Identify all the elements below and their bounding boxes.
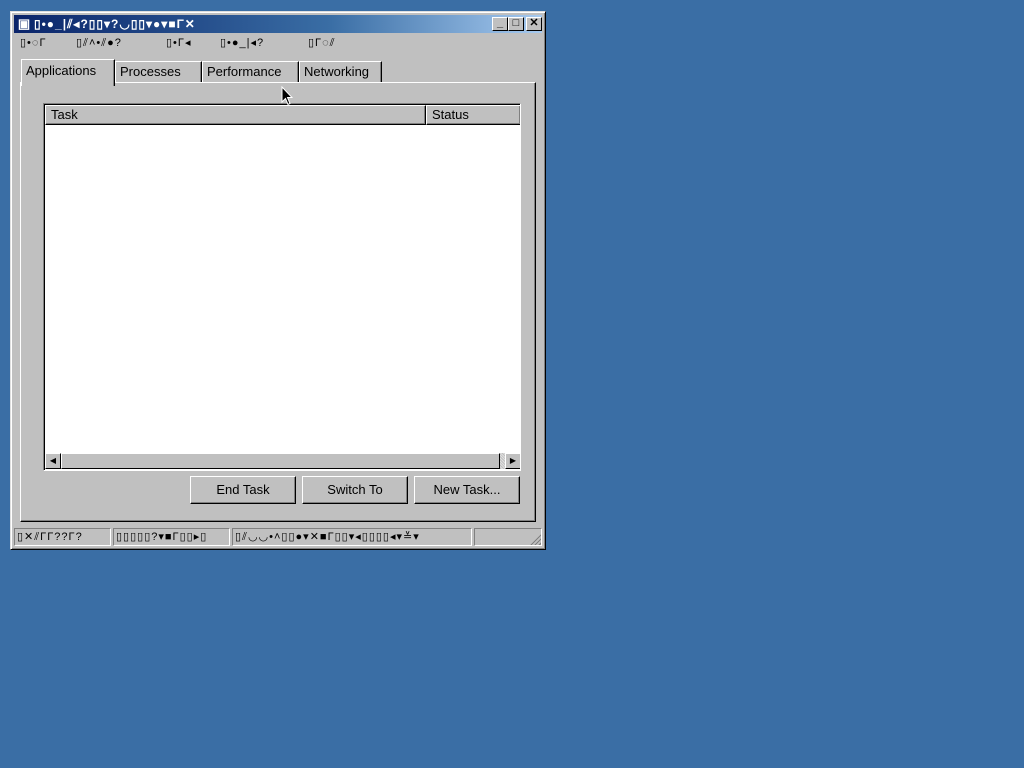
minimize-button[interactable]: _: [492, 17, 508, 31]
tab-performance[interactable]: Performance: [202, 61, 299, 83]
task-list-header: Task Status: [45, 105, 520, 125]
menu-item-1[interactable]: ▯•◌Γ: [20, 34, 47, 52]
task-list[interactable]: Task Status ◀ ▶: [43, 103, 521, 471]
menu-bar: ▯•◌Γ ▯⫽˄•⫽●? ▯•Γ◂ ▯•●_|◂? ▯Γ◌⫽: [14, 34, 542, 52]
menu-item-5[interactable]: ▯Γ◌⫽: [308, 34, 336, 52]
arrow-left-icon: ◀: [49, 456, 57, 465]
column-header-status[interactable]: Status: [426, 105, 520, 125]
switch-to-button[interactable]: Switch To: [302, 476, 408, 504]
title-bar[interactable]: ▣ ▯•●_|⫽◂?▯▯▾?◡▯▯▾●▾■Γ✕ _ □ ✕: [14, 15, 542, 33]
status-bar: ▯✕⫽ΓΓ??Γ? ▯▯▯▯▯?▾■Γ▯▯▸▯ ▯⫽◡◡•˄▯▯●▾✕■Γ▯▯▾…: [14, 528, 542, 546]
horizontal-scrollbar[interactable]: ◀ ▶: [45, 453, 520, 469]
window-title: ▯•●_|⫽◂?▯▯▾?◡▯▯▾●▾■Γ✕: [34, 17, 196, 31]
maximize-icon: □: [512, 17, 520, 29]
task-manager-window: ▣ ▯•●_|⫽◂?▯▯▾?◡▯▯▾●▾■Γ✕ _ □ ✕ ▯•◌Γ ▯⫽˄•⫽…: [10, 11, 546, 550]
maximize-button[interactable]: □: [508, 17, 524, 31]
end-task-button[interactable]: End Task: [190, 476, 296, 504]
status-pane-memory: ▯⫽◡◡•˄▯▯●▾✕■Γ▯▯▾◂▯▯▯▯◂▾≚▾: [232, 528, 472, 546]
tab-networking[interactable]: Networking: [299, 61, 382, 83]
new-task-button[interactable]: New Task...: [414, 476, 520, 504]
mouse-pointer-icon: [281, 86, 293, 106]
status-pane-processes: ▯✕⫽ΓΓ??Γ?: [14, 528, 111, 546]
scroll-right-button[interactable]: ▶: [505, 453, 520, 469]
scroll-left-button[interactable]: ◀: [45, 453, 61, 469]
close-icon: ✕: [529, 17, 539, 29]
close-button[interactable]: ✕: [526, 17, 542, 31]
menu-item-4[interactable]: ▯•●_|◂?: [220, 34, 264, 52]
status-pane-cpu: ▯▯▯▯▯?▾■Γ▯▯▸▯: [113, 528, 230, 546]
menu-item-3[interactable]: ▯•Γ◂: [166, 34, 191, 52]
arrow-right-icon: ▶: [509, 456, 517, 465]
column-header-task[interactable]: Task: [45, 105, 426, 125]
resize-grip-icon[interactable]: [529, 533, 541, 545]
applications-panel: Task Status ◀ ▶ End Task Switch To New T…: [20, 82, 536, 522]
scroll-thumb[interactable]: [61, 453, 500, 469]
desktop: ▣ ▯•●_|⫽◂?▯▯▾?◡▯▯▾●▾■Γ✕ _ □ ✕ ▯•◌Γ ▯⫽˄•⫽…: [0, 0, 1024, 768]
monitor-icon: ▣: [17, 16, 31, 31]
task-list-body[interactable]: [45, 125, 520, 453]
menu-item-2[interactable]: ▯⫽˄•⫽●?: [76, 34, 122, 52]
minimize-icon: _: [496, 17, 504, 29]
tab-processes[interactable]: Processes: [115, 61, 202, 83]
tab-applications[interactable]: Applications: [21, 59, 115, 86]
